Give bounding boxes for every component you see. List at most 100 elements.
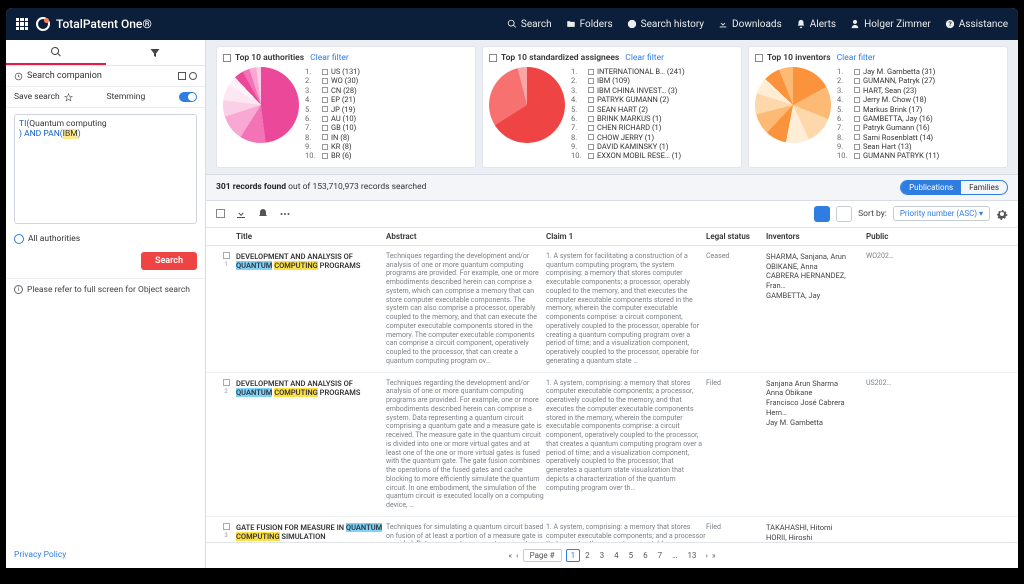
page-number[interactable]: 4 bbox=[609, 549, 624, 562]
next-icon[interactable]: › bbox=[705, 551, 707, 560]
legend-item[interactable]: 6.GAMBETTA, Jay (16) bbox=[837, 114, 939, 123]
privacy-link[interactable]: Privacy Policy bbox=[6, 542, 205, 568]
legend-item[interactable]: 8.CHOW JERRY (1) bbox=[571, 133, 685, 142]
legend-item[interactable]: 10.GUMANN PATRYK (11) bbox=[837, 151, 939, 160]
page-number[interactable]: 2 bbox=[580, 549, 595, 562]
stemming-label: Stemming bbox=[106, 92, 145, 102]
select-all-checkbox[interactable] bbox=[216, 209, 225, 218]
prev-icon[interactable]: ‹ bbox=[516, 551, 518, 560]
legend-item[interactable]: 9.DAVID KAMINSKY (1) bbox=[571, 142, 685, 151]
legend-item[interactable]: 7.Patryk Gumann (16) bbox=[837, 123, 939, 132]
chart-checkbox[interactable] bbox=[223, 54, 231, 62]
search-button[interactable]: Search bbox=[141, 252, 197, 270]
legend-item[interactable]: 2.GUMANN, Patryk (27) bbox=[837, 76, 939, 85]
apps-grid-icon[interactable] bbox=[16, 18, 28, 30]
gear-icon[interactable] bbox=[996, 208, 1008, 220]
legend-item[interactable]: 3.HART, Sean (23) bbox=[837, 86, 939, 95]
legend-item[interactable]: 6.BRINK MARKUS (1) bbox=[571, 114, 685, 123]
prev-fast-icon[interactable]: « bbox=[508, 551, 512, 560]
legend-item[interactable]: 1.Jay M. Gambetta (31) bbox=[837, 67, 939, 76]
page-number[interactable]: 7 bbox=[653, 549, 668, 562]
view-list-button[interactable] bbox=[836, 206, 852, 222]
info-icon: i bbox=[14, 285, 23, 294]
save-search-label: Save search bbox=[14, 92, 60, 102]
view-grid-button[interactable] bbox=[814, 206, 830, 222]
search-companion[interactable]: Search companion bbox=[6, 66, 205, 87]
result-summary: 301 records found out of 153,710,973 rec… bbox=[206, 175, 1018, 201]
sidebar: Search companion Save search Stemming TI… bbox=[6, 40, 206, 568]
table-row[interactable]: 2DEVELOPMENT AND ANALYSIS OF QUANTUM COM… bbox=[206, 373, 1018, 517]
page-number[interactable]: 6 bbox=[638, 549, 653, 562]
pie-inventors[interactable] bbox=[755, 67, 831, 143]
row-checkbox[interactable] bbox=[223, 379, 230, 386]
download-icon[interactable] bbox=[235, 208, 247, 220]
nav-history[interactable]: Search history bbox=[627, 19, 704, 30]
clear-filter[interactable]: Clear filter bbox=[310, 53, 349, 63]
chart-checkbox[interactable] bbox=[755, 54, 763, 62]
next-fast-icon[interactable]: » bbox=[712, 551, 716, 560]
legend-item[interactable]: 7.GB (10) bbox=[305, 123, 360, 132]
row-checkbox[interactable] bbox=[223, 523, 230, 530]
legend-item[interactable]: 5.Markus Brink (17) bbox=[837, 105, 939, 114]
legend-item[interactable]: 9.Sean Hart (13) bbox=[837, 142, 939, 151]
clock-icon bbox=[14, 72, 23, 81]
tab-search[interactable] bbox=[6, 40, 106, 65]
legend-item[interactable]: 3.CN (28) bbox=[305, 86, 360, 95]
query-input[interactable]: TI(Quantum computing ) AND PAN(IBM) bbox=[14, 114, 197, 224]
sort-select[interactable]: Priority number (ASC) ▾ bbox=[893, 206, 990, 221]
clear-filter[interactable]: Clear filter bbox=[837, 53, 876, 63]
object-search-note: iPlease refer to full screen for Object … bbox=[6, 278, 205, 301]
nav-user[interactable]: Holger Zimmer bbox=[850, 19, 931, 30]
legend-item[interactable]: 10.BR (6) bbox=[305, 151, 360, 160]
page-number[interactable]: 5 bbox=[624, 549, 639, 562]
page-label[interactable]: Page # bbox=[523, 549, 562, 562]
page-number[interactable]: 13 bbox=[682, 549, 701, 562]
page-number[interactable]: 3 bbox=[595, 549, 610, 562]
row-checkbox[interactable] bbox=[223, 252, 230, 259]
chart-inventors: Top 10 inventorsClear filter 1.Jay M. Ga… bbox=[748, 46, 1008, 168]
pie-assignees[interactable] bbox=[489, 67, 565, 143]
circle-icon[interactable] bbox=[189, 72, 197, 80]
page-number[interactable]: 1 bbox=[566, 549, 581, 562]
legend-item[interactable]: 4.EP (21) bbox=[305, 95, 360, 104]
alert-icon[interactable] bbox=[257, 208, 269, 220]
authorities-selector[interactable]: All authorities bbox=[6, 230, 205, 248]
chart-checkbox[interactable] bbox=[489, 54, 497, 62]
legend-item[interactable]: 2.WO (30) bbox=[305, 76, 360, 85]
legend-item[interactable]: 10.EXXON MOBIL RESE… (1) bbox=[571, 151, 685, 160]
legend-item[interactable]: 5.JP (19) bbox=[305, 105, 360, 114]
legend-item[interactable]: 5.SEAN HART (2) bbox=[571, 105, 685, 114]
table-row[interactable]: 1DEVELOPMENT AND ANALYSIS OF QUANTUM COM… bbox=[206, 246, 1018, 373]
chart-assignees: Top 10 standardized assigneesClear filte… bbox=[482, 46, 742, 168]
nav-alerts[interactable]: Alerts bbox=[796, 19, 836, 30]
pie-authorities[interactable] bbox=[223, 67, 299, 143]
legend-item[interactable]: 3.IBM CHINA INVEST… (3) bbox=[571, 86, 685, 95]
legend-item[interactable]: 6.AU (10) bbox=[305, 114, 360, 123]
nav-assist[interactable]: Assistance bbox=[945, 19, 1008, 30]
view-toggle[interactable]: PublicationsFamilies bbox=[900, 180, 1008, 195]
star-icon[interactable] bbox=[64, 93, 73, 102]
legend-item[interactable]: 4.PATRYK GUMANN (2) bbox=[571, 95, 685, 104]
brand-name: TotalPatent One® bbox=[56, 17, 152, 31]
legend-item[interactable]: 8.IN (8) bbox=[305, 133, 360, 142]
legend-item[interactable]: 1.INTERNATIONAL B… (241) bbox=[571, 67, 685, 76]
page-number[interactable]: … bbox=[667, 549, 682, 562]
legend-item[interactable]: 4.Jerry M. Chow (18) bbox=[837, 95, 939, 104]
nav-search[interactable]: Search bbox=[507, 19, 552, 30]
chart-authorities: Top 10 authoritiesClear filter 1.US (131… bbox=[216, 46, 476, 168]
more-icon[interactable] bbox=[279, 208, 291, 220]
tab-filter[interactable] bbox=[106, 40, 206, 65]
nav-folders[interactable]: Folders bbox=[566, 19, 613, 30]
legend-item[interactable]: 8.Sami Rosenblatt (14) bbox=[837, 133, 939, 142]
brand: TotalPatent One® bbox=[36, 17, 152, 31]
legend-item[interactable]: 2.IBM (109) bbox=[571, 76, 685, 85]
legend-item[interactable]: 9.KR (8) bbox=[305, 142, 360, 151]
legend-item[interactable]: 7.CHEN RICHARD (1) bbox=[571, 123, 685, 132]
table-row[interactable]: 3GATE FUSION FOR MEASURE IN QUANTUM COMP… bbox=[206, 517, 1018, 542]
stemming-toggle[interactable] bbox=[179, 92, 197, 102]
square-icon[interactable] bbox=[178, 72, 186, 80]
legend-item[interactable]: 1.US (131) bbox=[305, 67, 360, 76]
pagination: « ‹ Page # 1234567…13 › » bbox=[206, 542, 1018, 568]
nav-downloads[interactable]: Downloads bbox=[718, 19, 782, 30]
clear-filter[interactable]: Clear filter bbox=[625, 53, 664, 63]
